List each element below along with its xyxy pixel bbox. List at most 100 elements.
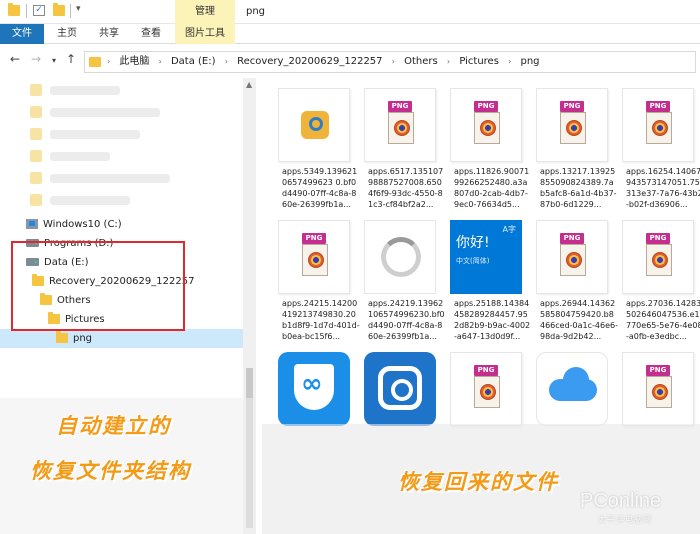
chevron-right-icon: › bbox=[107, 57, 111, 66]
up-arrow-icon[interactable]: ↑ bbox=[66, 52, 76, 66]
png-page bbox=[302, 244, 328, 276]
camera-shape bbox=[378, 366, 422, 410]
png-file-thumb: PNG bbox=[622, 220, 694, 294]
blurred-item bbox=[50, 196, 130, 205]
separator bbox=[26, 4, 27, 18]
file-name: apps.5349.1396210657499623 0.bf0d4490-07… bbox=[282, 167, 358, 209]
drive-label: Windows10 (C:) bbox=[43, 219, 122, 230]
blurred-folder-icon bbox=[30, 150, 42, 162]
eye-icon bbox=[652, 384, 668, 400]
blurred-folder-icon bbox=[30, 84, 42, 96]
chevron-right-icon: › bbox=[224, 57, 228, 66]
png-page bbox=[646, 376, 672, 408]
blurred-item bbox=[50, 108, 160, 117]
folder-icon bbox=[89, 57, 101, 67]
png-page bbox=[560, 112, 586, 144]
png-file-thumb: PNG bbox=[364, 88, 436, 162]
recent-locations-icon[interactable]: ▾ bbox=[52, 56, 56, 65]
translate-main-label: 你好! bbox=[456, 235, 490, 251]
tab-file[interactable]: 文件 bbox=[0, 24, 44, 44]
file-name: apps.6517.13510798887527008.6504f6f9-93d… bbox=[368, 167, 444, 209]
caption-recovered-files: 恢复回来的文件 bbox=[398, 470, 559, 494]
file-name: apps.26944.14362585804759420.b8466ced-0a… bbox=[540, 299, 618, 341]
blurred-folder-icon bbox=[30, 128, 42, 140]
png-badge: PNG bbox=[474, 365, 498, 376]
icloud-icon bbox=[536, 352, 608, 426]
blurred-item bbox=[50, 152, 110, 161]
chevron-right-icon: › bbox=[158, 57, 162, 66]
address-input[interactable]: › 此电脑 › Data (E:) › Recovery_20200629_12… bbox=[84, 51, 696, 73]
breadcrumb-others[interactable]: Others bbox=[404, 52, 438, 72]
instagram-icon bbox=[364, 352, 436, 426]
png-file-icon: PNG bbox=[302, 233, 330, 277]
eye-icon bbox=[566, 252, 582, 268]
forward-arrow-icon[interactable]: → bbox=[31, 52, 41, 66]
tab-home[interactable]: 主页 bbox=[52, 24, 82, 44]
chevron-right-icon: › bbox=[508, 57, 512, 66]
png-file-thumb: PNG bbox=[536, 88, 608, 162]
eye-icon bbox=[652, 252, 668, 268]
properties-icon[interactable]: ✓ bbox=[33, 5, 45, 16]
eye-icon bbox=[308, 252, 324, 268]
png-file-icon: PNG bbox=[646, 233, 674, 277]
window-title: png bbox=[246, 6, 266, 17]
translate-sub-label: 中文(简体) bbox=[456, 257, 490, 265]
back-arrow-icon[interactable]: ← bbox=[10, 52, 20, 66]
app-logo-ring bbox=[309, 117, 323, 131]
file-name: apps.25188.14384458289284457.952d82b9-b9… bbox=[454, 299, 531, 341]
separator bbox=[70, 4, 71, 18]
png-badge: PNG bbox=[560, 101, 584, 112]
png-file-icon: PNG bbox=[474, 101, 502, 145]
chevron-down-icon[interactable]: ▾ bbox=[76, 4, 81, 14]
caption-auto-created: 自动建立的 bbox=[56, 414, 171, 438]
breadcrumb-png[interactable]: png bbox=[521, 52, 540, 72]
eye-icon bbox=[394, 120, 410, 136]
png-badge: PNG bbox=[646, 365, 670, 376]
png-badge: PNG bbox=[302, 233, 326, 244]
png-badge: PNG bbox=[560, 233, 584, 244]
folder-structure-highlight bbox=[11, 241, 185, 331]
scroll-up-icon[interactable]: ▲ bbox=[246, 80, 252, 89]
eye-icon bbox=[480, 384, 496, 400]
blurred-folder-icon bbox=[30, 172, 42, 184]
drive-windows10-c[interactable]: Windows10 (C:) bbox=[26, 215, 122, 234]
png-file-icon: PNG bbox=[560, 233, 588, 277]
vpn-shield-icon bbox=[278, 352, 350, 426]
eye-icon bbox=[480, 120, 496, 136]
breadcrumb-data-e[interactable]: Data (E:) bbox=[171, 52, 216, 72]
chevron-right-icon: › bbox=[391, 57, 395, 66]
png-file-icon: PNG bbox=[388, 101, 416, 145]
manage-tab[interactable]: 管理 bbox=[175, 0, 235, 24]
tab-share[interactable]: 共享 bbox=[94, 24, 124, 44]
tab-view[interactable]: 查看 bbox=[136, 24, 166, 44]
blurred-item bbox=[50, 86, 120, 95]
png-file-thumb: PNG bbox=[450, 352, 522, 426]
breadcrumb-pictures[interactable]: Pictures bbox=[459, 52, 499, 72]
tab-picture-tools[interactable]: 图片工具 bbox=[175, 24, 235, 44]
png-page bbox=[560, 244, 586, 276]
png-page bbox=[646, 244, 672, 276]
file-name: apps.24219.13962106574996230.bf0d4490-07… bbox=[368, 299, 445, 341]
watermark-logo: PConline bbox=[580, 490, 662, 512]
blurred-folder-icon bbox=[30, 106, 42, 118]
app-logo-icon bbox=[278, 88, 350, 162]
folder-icon[interactable] bbox=[8, 3, 20, 16]
png-badge: PNG bbox=[474, 101, 498, 112]
file-name: apps.16254.14067943573147051.75313e37-7a… bbox=[626, 167, 700, 209]
new-folder-icon[interactable] bbox=[53, 3, 65, 16]
chevron-right-icon: › bbox=[446, 57, 451, 66]
png-page bbox=[388, 112, 414, 144]
file-name: apps.24215.14200419213749830.20b1d8f9-1d… bbox=[282, 299, 360, 341]
breadcrumb-recovery[interactable]: Recovery_20200629_122257 bbox=[237, 52, 382, 72]
breadcrumb: › 此电脑 › Data (E:) › Recovery_20200629_12… bbox=[107, 52, 540, 72]
breadcrumb-this-pc[interactable]: 此电脑 bbox=[119, 52, 149, 72]
loading-ring-icon bbox=[364, 220, 436, 294]
png-badge: PNG bbox=[646, 101, 670, 112]
tree-item-png[interactable]: png bbox=[0, 329, 243, 348]
watermark-sub: 太平洋电脑网 bbox=[598, 515, 652, 524]
png-page bbox=[474, 112, 500, 144]
png-file-thumb: PNG bbox=[622, 88, 694, 162]
windows-drive-icon bbox=[26, 219, 38, 229]
png-file-thumb: PNG bbox=[622, 352, 694, 426]
file-name: apps.13217.13925855090824389.7ab5afc8-6a… bbox=[540, 167, 617, 209]
